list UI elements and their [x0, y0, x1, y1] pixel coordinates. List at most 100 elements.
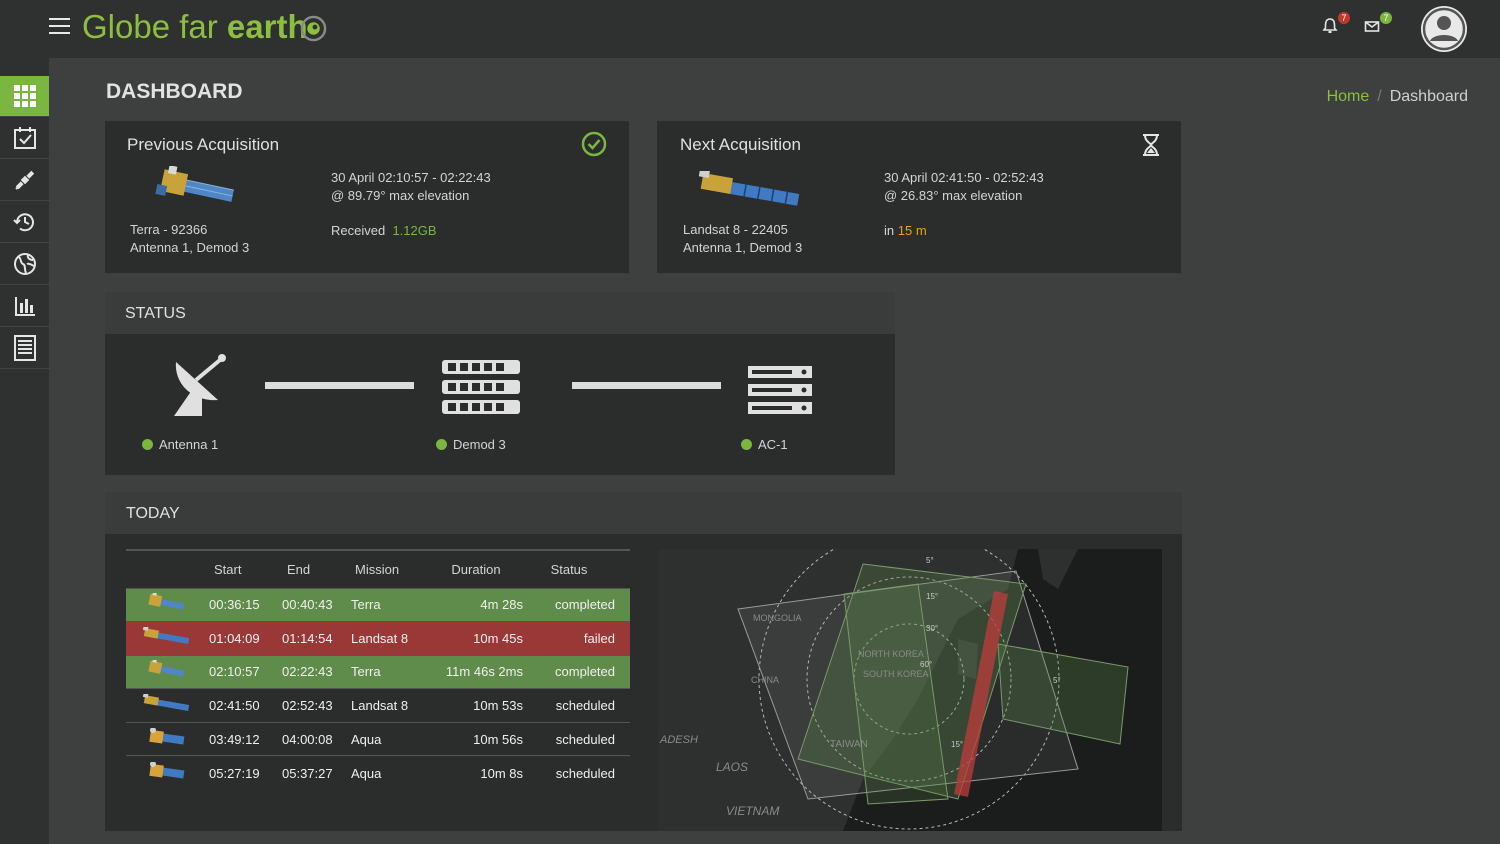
previous-elevation: @ 89.79° max elevation: [331, 188, 470, 203]
coverage-map[interactable]: MONGOLIA CHINA NORTH KOREA SOUTH KOREA T…: [658, 549, 1162, 831]
user-icon: [1422, 7, 1466, 51]
table-row[interactable]: 01:04:09 01:14:54 Landsat 8 10m 45s failed: [126, 621, 630, 656]
next-time-window: 30 April 02:41:50 - 02:52:43: [884, 170, 1044, 185]
mission-icon-cell: [126, 688, 206, 723]
col-header-start[interactable]: Start: [206, 549, 279, 588]
sidebar-item-statistics[interactable]: [0, 286, 49, 327]
cell-start: 02:10:57: [206, 654, 279, 689]
messages-button[interactable]: 7: [1364, 12, 1392, 37]
previous-received: Received 1.12GB: [331, 223, 437, 238]
col-header-duration[interactable]: Duration: [429, 549, 523, 588]
cell-end: 01:14:54: [279, 621, 351, 656]
previous-acquisition-card: Previous Acquisition Terra - 92366 Anten…: [105, 121, 629, 273]
received-label: Received: [331, 223, 386, 238]
map-label: VIETNAM: [726, 804, 779, 818]
cell-duration: 4m 28s: [429, 587, 523, 622]
breadcrumb-separator: /: [1377, 88, 1382, 105]
status-panel-header: STATUS: [105, 292, 895, 334]
antenna-demod-link: [265, 382, 414, 389]
next-acquisition-card: Next Acquisition Landsat 8 - 22405 Anten…: [657, 121, 1181, 273]
sidebar-item-history[interactable]: [0, 202, 49, 243]
table-row[interactable]: 03:49:12 04:00:08 Aqua 10m 56s scheduled: [126, 721, 630, 756]
user-avatar[interactable]: [1421, 6, 1467, 52]
document-icon: [13, 335, 36, 361]
status-title: STATUS: [125, 305, 186, 322]
col-header-mission[interactable]: Mission: [351, 549, 429, 588]
sidebar-item-satellites[interactable]: [0, 160, 49, 201]
breadcrumb-home-link[interactable]: Home: [1327, 88, 1370, 105]
previous-satellite-name: Terra - 92366: [130, 222, 208, 237]
map-elevation-label: 5°: [926, 556, 934, 565]
mission-icon-cell: [126, 654, 206, 689]
landsat-satellite-icon: [142, 693, 190, 712]
sidebar-item-dashboard[interactable]: [0, 76, 49, 117]
table-row[interactable]: 02:41:50 02:52:43 Landsat 8 10m 53s schedule…: [126, 688, 630, 723]
previous-acquisition-title: Previous Acquisition: [127, 135, 280, 154]
table-row[interactable]: 00:36:15 00:40:43 Terra 4m 28s completed: [126, 587, 630, 622]
app-logo[interactable]: Globe far earth: [82, 8, 308, 46]
table-row[interactable]: 05:27:19 05:37:27 Aqua 10m 8s scheduled: [126, 755, 630, 790]
col-header-icon: [126, 549, 206, 588]
cell-end: 00:40:43: [279, 587, 351, 622]
notifications-button[interactable]: 7: [1322, 12, 1350, 37]
logo-swirl-icon: [300, 15, 327, 42]
node-antenna: Antenna 1: [142, 437, 218, 452]
grid-icon: [13, 85, 36, 107]
logo-text-part2: earth: [226, 8, 308, 45]
cell-duration: 10m 45s: [429, 621, 523, 656]
mission-icon-cell: [126, 755, 206, 790]
cell-start: 02:41:50: [206, 688, 279, 723]
breadcrumb-current: Dashboard: [1389, 88, 1468, 105]
bar-chart-icon: [14, 297, 35, 316]
cell-status: failed: [523, 621, 630, 656]
map-elevation-label: 30°: [926, 624, 938, 633]
cell-start: 03:49:12: [206, 721, 279, 756]
table-row[interactable]: 02:10:57 02:22:43 Terra 11m 46s 2ms complete…: [126, 654, 630, 689]
landsat-satellite-icon: [698, 171, 800, 206]
bell-icon: [1322, 18, 1338, 33]
terra-satellite-icon: [148, 591, 185, 610]
cell-duration: 10m 53s: [429, 688, 523, 723]
sidebar-item-globe[interactable]: [0, 244, 49, 285]
check-circle-icon: [581, 131, 607, 157]
cell-status: scheduled: [523, 755, 630, 790]
sidebar-item-schedule[interactable]: [0, 118, 49, 159]
terra-satellite-icon: [155, 166, 234, 202]
cell-end: 05:37:27: [279, 755, 351, 790]
countdown-value: 15 m: [897, 223, 927, 238]
map-label: LAOS: [716, 760, 748, 774]
node-demod-label: Demod 3: [453, 437, 506, 452]
map-label: ADESH: [659, 734, 698, 746]
next-satellite-name: Landsat 8 - 22405: [683, 222, 788, 237]
cell-end: 02:22:43: [279, 654, 351, 689]
col-header-end[interactable]: End: [279, 549, 351, 588]
countdown-label: in: [884, 223, 895, 238]
previous-time-window: 30 April 02:10:57 - 02:22:43: [331, 170, 491, 185]
menu-icon[interactable]: [49, 18, 70, 36]
mission-icon-cell: [126, 587, 206, 622]
sidebar-item-reports[interactable]: [0, 328, 49, 369]
cell-start: 00:36:15: [206, 587, 279, 622]
map-elevation-label: 60°: [920, 660, 932, 669]
server-rack-icon: [748, 366, 812, 414]
cell-end: 04:00:08: [279, 721, 351, 756]
cell-duration: 10m 56s: [429, 721, 523, 756]
logo-text-part1: Globe far: [82, 8, 227, 45]
schedule-table: Start End Mission Duration Status 00:36:…: [126, 549, 630, 790]
map-elevation-label: 15°: [951, 740, 963, 749]
demodulator-rack-icon: [442, 360, 520, 414]
aqua-satellite-icon: [149, 760, 185, 778]
cell-start: 05:27:19: [206, 755, 279, 790]
status-dot: [436, 439, 447, 450]
map-label: CHINA: [751, 675, 779, 685]
node-demod: Demod 3: [436, 437, 506, 452]
node-antenna-label: Antenna 1: [159, 437, 219, 452]
col-header-status[interactable]: Status: [523, 549, 630, 588]
page-title: DASHBOARD: [106, 80, 243, 103]
map-elevation-label: 15°: [926, 592, 938, 601]
status-dot: [741, 439, 752, 450]
received-value: 1.12GB: [392, 223, 437, 238]
map-elevation-label: 5°: [1053, 676, 1061, 685]
messages-badge: 7: [1380, 12, 1392, 24]
cell-mission: Aqua: [351, 721, 429, 756]
